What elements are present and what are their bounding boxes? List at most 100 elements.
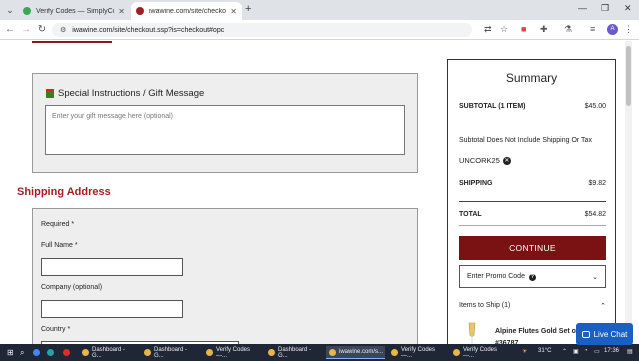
browser-tab-bar: ⌄ Verify Codes — SimplyCodes ✕ iwawine.c… [0,0,639,20]
notifications-icon[interactable]: ▤ [627,348,633,355]
taskbar-window-label: Verify Codes —... [463,346,498,359]
continue-button[interactable]: CONTINUE [459,236,606,260]
promo-code-text: UNCORK25 [459,156,500,165]
shipping-address-form: Required * Full Name * Company (optional… [32,208,418,344]
taskbar-app-icon[interactable] [60,346,76,359]
taskbar-window-verify-codes[interactable]: Verify Codes —... [388,346,447,359]
minimize-icon[interactable]: — [578,3,587,13]
taskbar-window-label: Verify Codes —... [216,346,251,359]
more-menu-icon[interactable]: ⋮ [624,24,633,35]
forward-icon[interactable]: → [20,24,32,35]
summary-title: Summary [505,71,558,85]
taskbar-edge-icon[interactable] [44,346,60,359]
order-summary-panel: Summary SUBTOTAL (1 ITEM) $45.00 Subtota… [447,59,616,344]
iwawine-favicon-icon [136,7,144,15]
weather-icon[interactable]: ☀ [522,348,527,355]
new-tab-icon[interactable]: + [245,3,251,15]
network-icon[interactable]: ◔ [584,348,588,354]
profile-avatar[interactable]: A [607,24,618,35]
tab-search-icon[interactable]: ⌄ [4,4,16,16]
taskbar-window-verify-codes[interactable]: Verify Codes —... [203,346,262,359]
close-window-icon[interactable]: ✕ [624,3,632,14]
battery-icon[interactable]: ▭ [594,348,600,355]
taskbar-window-label: Dashboard - G... [154,346,188,359]
clock-time[interactable]: 17:36 [604,348,619,354]
summary-divider [459,225,606,226]
chat-bubble-icon [581,330,590,338]
browser-tab-checkout[interactable]: iwawine.com/site/checkout.ssp ✕ [131,2,242,20]
extension-icon[interactable]: ■ [521,24,526,34]
gift-icon [46,89,54,98]
remove-promo-icon[interactable]: ✕ [502,156,511,165]
shipping-address-heading: Shipping Address [17,186,111,198]
taskbar-window-label: Dashboard - G... [92,346,126,359]
shipping-row: SHIPPING $9.82 [459,180,606,187]
shipping-value: $9.82 [588,180,606,187]
company-label: Company (optional) [41,284,103,291]
items-to-ship-header[interactable]: Items to Ship (1) ⌃ [459,302,606,310]
close-tab-icon[interactable]: ✕ [230,7,237,16]
url-text: iwawine.com/site/checkout.ssp?is=checkou… [72,26,225,34]
chevron-down-icon: ⌄ [592,273,598,281]
taskbar-window-label: iwawine.com/s... [339,349,384,355]
total-value: $54.82 [584,211,606,218]
champagne-flute-image [468,322,476,344]
full-name-label: Full Name * [41,242,78,249]
address-bar-row: ← → ↻ ⚙ iwawine.com/site/checkout.ssp?is… [0,20,639,40]
total-row: TOTAL $54.82 [459,211,606,218]
chevron-up-icon: ⌃ [600,303,606,310]
back-icon[interactable]: ← [4,24,16,35]
reload-icon[interactable]: ↻ [36,24,48,35]
temperature[interactable]: 31°C [538,348,551,354]
country-label: Country * [41,326,71,333]
items-to-ship-label: Items to Ship (1) [459,302,511,309]
header-divider [32,41,112,43]
subtotal-label: SUBTOTAL (1 ITEM) [459,103,526,110]
browser-tab-simplycodes[interactable]: Verify Codes — SimplyCodes ✕ [18,2,130,20]
scrollbar-thumb[interactable] [626,46,631,106]
live-chat-label: Live Chat [593,329,628,339]
promo-dropdown-label: Enter Promo Code [467,272,525,280]
gift-message-panel: Special Instructions / Gift Message [32,73,418,173]
tray-chevron-up-icon[interactable]: ⌃ [562,348,567,355]
taskbar-window-label: Dashboard - G... [278,346,312,359]
maximize-icon[interactable]: ❐ [601,3,609,14]
downloads-icon[interactable]: ≡ [590,24,595,34]
total-label: TOTAL [459,211,482,218]
summary-divider [459,201,606,202]
close-tab-icon[interactable]: ✕ [118,7,125,16]
bookmark-star-icon[interactable]: ☆ [500,24,508,35]
applied-promo: UNCORK25 ✕ [459,156,511,165]
tray-app-icon[interactable]: ▣ [573,348,579,355]
subtotal-row: SUBTOTAL (1 ITEM) $45.00 [459,103,606,110]
start-windows-icon[interactable]: ⊞ [4,346,17,359]
company-field[interactable] [41,300,183,318]
taskbar-window-iwawine[interactable]: iwawine.com/s... [326,346,385,359]
labs-flask-icon[interactable]: ⚗ [564,24,572,35]
gift-title-text: Special Instructions / Gift Message [58,88,205,99]
windows-taskbar: ⊞ ⌕ Dashboard - G... Dashboard - G... Ve… [0,344,639,361]
gift-message-input[interactable] [45,105,405,155]
gift-message-title: Special Instructions / Gift Message [46,88,204,99]
promo-dropdown-label-group: Enter Promo Code ? [467,273,536,281]
taskbar-window-dashboard[interactable]: Dashboard - G... [79,346,138,359]
live-chat-button[interactable]: Live Chat [576,323,633,345]
site-info-icon[interactable]: ⚙ [60,26,66,34]
info-icon[interactable]: ? [528,273,536,281]
checkout-page: Special Instructions / Gift Message Ship… [0,41,639,344]
taskbar-window-label: Verify Codes —... [401,346,436,359]
taskbar-window-verify-codes[interactable]: Verify Codes —... [450,346,509,359]
url-bar[interactable]: ⚙ iwawine.com/site/checkout.ssp?is=check… [52,23,472,37]
taskbar-window-dashboard[interactable]: Dashboard - G... [265,346,324,359]
taskbar-window-dashboard[interactable]: Dashboard - G... [141,346,200,359]
page-scrollbar[interactable] [625,41,632,344]
shipping-label: SHIPPING [459,180,493,187]
tab-title: iwawine.com/site/checkout.ssp [149,7,227,15]
promo-code-dropdown[interactable]: Enter Promo Code ? ⌄ [459,265,606,288]
tab-title: Verify Codes — SimplyCodes [36,7,114,15]
translate-icon[interactable]: ⇄ [484,24,492,35]
extensions-puzzle-icon[interactable]: ✚ [540,24,548,35]
search-icon[interactable]: ⌕ [17,346,27,359]
full-name-field[interactable] [41,258,183,276]
simplycodes-favicon-icon [23,7,31,15]
